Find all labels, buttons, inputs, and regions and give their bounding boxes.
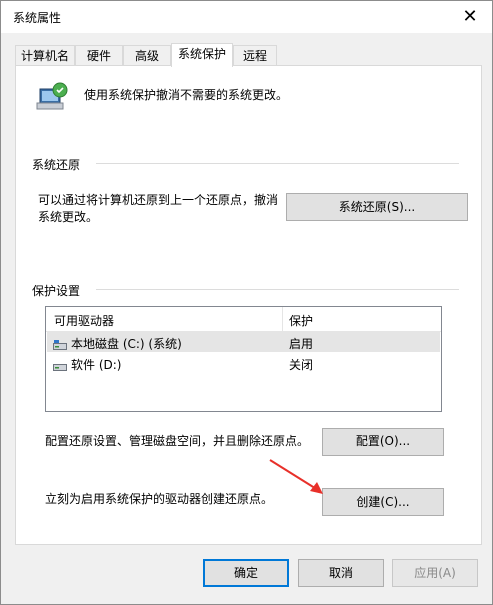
- tab-remote[interactable]: 远程: [233, 45, 277, 65]
- column-separator[interactable]: [282, 307, 283, 331]
- system-drive-icon: [53, 339, 67, 350]
- list-item[interactable]: 本地磁盘 (C:) (系统) 启用: [47, 332, 440, 352]
- cancel-button[interactable]: 取消: [298, 559, 384, 587]
- window-title: 系统属性: [13, 11, 62, 25]
- title-bar: 系统属性 ✕: [1, 1, 492, 33]
- protection-settings-heading: 保护设置: [32, 282, 87, 299]
- divider: [96, 289, 459, 290]
- intro-text: 使用系统保护撤消不需要的系统更改。: [84, 88, 289, 102]
- system-protection-icon: [36, 82, 68, 110]
- drive-icon: [53, 363, 67, 371]
- system-properties-window: 系统属性 ✕ 计算机名 硬件 高级 系统保护 远程 使用系统保护撤消不需要的系统…: [0, 0, 493, 605]
- create-description: 立刻为启用系统保护的驱动器创建还原点。: [45, 492, 274, 506]
- create-button[interactable]: 创建(C)...: [322, 488, 444, 516]
- protection-status: 启用: [289, 337, 314, 351]
- configure-description: 配置还原设置、管理磁盘空间，并且删除还原点。: [45, 434, 310, 448]
- divider: [96, 163, 459, 164]
- system-restore-heading: 系统还原: [32, 156, 87, 173]
- system-protection-panel: 使用系统保护撤消不需要的系统更改。 系统还原 可以通过将计算机还原到上一个还原点…: [15, 65, 482, 545]
- column-available-drives[interactable]: 可用驱动器: [54, 312, 114, 329]
- system-restore-button[interactable]: 系统还原(S)...: [286, 193, 468, 221]
- tab-hardware[interactable]: 硬件: [75, 45, 123, 65]
- drive-label: 本地磁盘 (C:) (系统): [71, 337, 182, 351]
- drive-list[interactable]: 可用驱动器 保护 本地磁盘 (C:) (系统) 启用 软件 (D:) 关闭: [45, 306, 442, 412]
- apply-button[interactable]: 应用(A): [392, 559, 478, 587]
- annotation-arrow-icon: [269, 459, 323, 494]
- configure-button[interactable]: 配置(O)...: [322, 428, 444, 456]
- tab-advanced[interactable]: 高级: [123, 45, 171, 65]
- column-protection[interactable]: 保护: [289, 312, 313, 329]
- system-restore-description: 可以通过将计算机还原到上一个还原点，撤消系统更改。: [38, 193, 279, 224]
- drive-label: 软件 (D:): [71, 358, 122, 372]
- tab-computer-name[interactable]: 计算机名: [15, 45, 75, 65]
- close-icon[interactable]: ✕: [456, 5, 484, 29]
- list-header: 可用驱动器 保护: [46, 307, 441, 332]
- ok-button[interactable]: 确定: [203, 559, 289, 587]
- tab-system-protection[interactable]: 系统保护: [171, 43, 233, 67]
- list-item[interactable]: 软件 (D:) 关闭: [47, 353, 440, 373]
- protection-status: 关闭: [289, 358, 314, 372]
